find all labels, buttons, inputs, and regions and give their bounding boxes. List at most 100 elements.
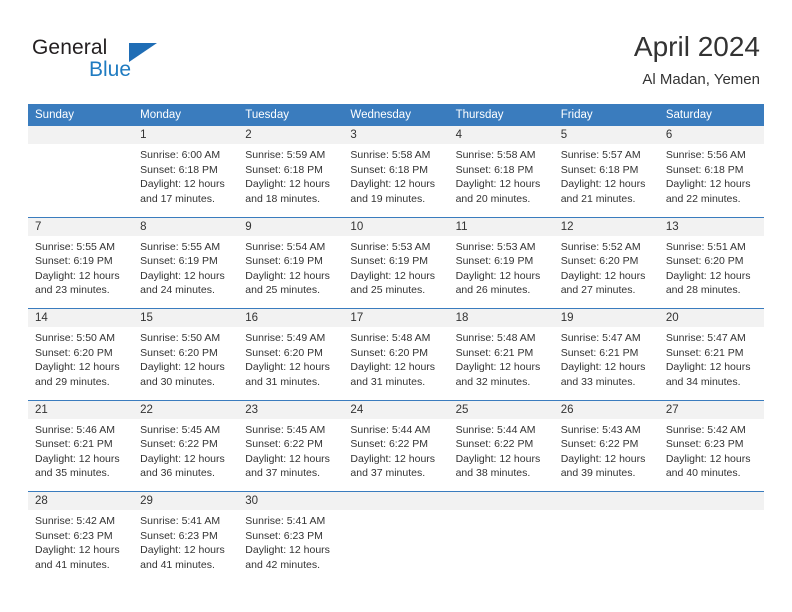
day-number[interactable] [553,491,659,510]
day-number[interactable]: 4 [448,126,554,144]
day-number[interactable]: 17 [343,308,449,327]
day-cell[interactable]: Sunrise: 5:57 AM Sunset: 6:18 PM Dayligh… [553,144,659,217]
day-cell[interactable]: Sunrise: 5:43 AM Sunset: 6:22 PM Dayligh… [553,418,659,492]
sunrise-text: Sunrise: 5:45 AM [245,423,326,436]
sunrise-text: Sunrise: 5:55 AM [140,240,221,253]
day-number[interactable]: 12 [553,216,659,236]
day-number[interactable]: 18 [448,308,554,327]
day-cell[interactable]: Sunrise: 5:45 AM Sunset: 6:22 PM Dayligh… [238,418,344,492]
day-number[interactable] [28,126,134,144]
day-number[interactable] [658,491,764,510]
day-number[interactable]: 9 [238,216,344,236]
daylight-text: Daylight: 12 hours and 17 minutes. [140,178,225,205]
day-number[interactable]: 20 [658,308,764,327]
day-cell[interactable]: Sunrise: 5:50 AM Sunset: 6:20 PM Dayligh… [133,327,239,400]
sunset-text: Sunset: 6:18 PM [560,163,639,176]
sunset-text: Sunset: 6:20 PM [245,346,323,359]
day-number[interactable]: 25 [448,399,554,419]
day-cell[interactable]: Sunrise: 5:46 AM Sunset: 6:21 PM Dayligh… [28,418,134,492]
day-number[interactable]: 7 [28,216,134,236]
day-number[interactable]: 8 [133,216,239,236]
day-cell[interactable]: Sunrise: 5:48 AM Sunset: 6:20 PM Dayligh… [343,327,449,400]
day-number[interactable] [448,491,554,510]
day-cell[interactable]: Sunrise: 6:00 AM Sunset: 6:18 PM Dayligh… [133,144,239,217]
day-cell[interactable]: Sunrise: 5:56 AM Sunset: 6:18 PM Dayligh… [658,144,764,217]
day-number[interactable]: 15 [133,308,239,327]
day-number[interactable]: 28 [28,491,134,510]
day-number[interactable]: 10 [343,216,449,236]
day-cell[interactable]: Sunrise: 5:42 AM Sunset: 6:23 PM Dayligh… [28,510,134,583]
daylight-text: Daylight: 12 hours and 37 minutes. [350,452,436,480]
sunrise-text: Sunrise: 5:52 AM [560,240,641,253]
day-cell[interactable]: Sunrise: 5:41 AM Sunset: 6:23 PM Dayligh… [133,510,239,583]
day-cell[interactable]: Sunrise: 5:58 AM Sunset: 6:18 PM Dayligh… [448,144,554,217]
title-block: April 2024 Al Madan, Yemen [634,30,760,90]
day-cell[interactable]: Sunrise: 5:44 AM Sunset: 6:22 PM Dayligh… [343,418,449,492]
day-number[interactable]: 27 [658,399,764,419]
daylight-text: Daylight: 12 hours and 19 minutes. [350,178,436,205]
general-blue-logo[interactable]: General Blue [32,36,262,88]
sunrise-text: Sunrise: 5:41 AM [140,515,221,527]
day-number[interactable]: 26 [553,399,659,419]
day-number[interactable]: 5 [553,126,659,144]
day-cell[interactable]: Sunrise: 5:47 AM Sunset: 6:21 PM Dayligh… [658,327,764,400]
sunset-text: Sunset: 6:22 PM [560,438,639,451]
week-4-date-row: 21 22 23 24 25 26 27 [28,399,764,419]
daylight-text: Daylight: 12 hours and 37 minutes. [245,452,330,480]
daylight-text: Daylight: 12 hours and 33 minutes. [560,361,646,388]
day-number[interactable]: 13 [658,216,764,236]
day-cell[interactable]: Sunrise: 5:53 AM Sunset: 6:19 PM Dayligh… [448,235,554,309]
sunset-text: Sunset: 6:18 PM [140,163,218,176]
logo-triangle-icon [129,43,157,62]
day-cell[interactable]: Sunrise: 5:59 AM Sunset: 6:18 PM Dayligh… [238,144,344,217]
day-cell[interactable] [448,510,554,583]
day-cell[interactable]: Sunrise: 5:51 AM Sunset: 6:20 PM Dayligh… [658,235,764,309]
day-cell[interactable]: Sunrise: 5:55 AM Sunset: 6:19 PM Dayligh… [133,235,239,309]
day-cell[interactable]: Sunrise: 5:44 AM Sunset: 6:22 PM Dayligh… [448,418,554,492]
day-number[interactable]: 1 [133,126,239,144]
day-number[interactable] [343,491,449,510]
day-number[interactable]: 16 [238,308,344,327]
sunrise-text: Sunrise: 6:00 AM [140,149,221,161]
day-cell[interactable]: Sunrise: 5:45 AM Sunset: 6:22 PM Dayligh… [133,418,239,492]
day-number[interactable]: 2 [238,126,344,144]
sunrise-text: Sunrise: 5:41 AM [245,515,326,527]
day-number[interactable]: 14 [28,308,134,327]
daylight-text: Daylight: 12 hours and 27 minutes. [560,269,646,297]
sunrise-text: Sunrise: 5:42 AM [665,423,746,436]
day-cell[interactable]: Sunrise: 5:48 AM Sunset: 6:21 PM Dayligh… [448,327,554,400]
day-cell[interactable]: Sunrise: 5:55 AM Sunset: 6:19 PM Dayligh… [28,235,134,309]
sunset-text: Sunset: 6:23 PM [245,529,323,542]
day-cell[interactable]: Sunrise: 5:41 AM Sunset: 6:23 PM Dayligh… [238,510,344,583]
day-cell[interactable]: Sunrise: 5:50 AM Sunset: 6:20 PM Dayligh… [28,327,134,400]
day-number[interactable]: 29 [133,491,239,510]
day-cell[interactable]: Sunrise: 5:52 AM Sunset: 6:20 PM Dayligh… [553,235,659,309]
day-number[interactable]: 24 [343,399,449,419]
calendar-body: 1 2 3 4 5 6 Sunrise: 6:00 AM Sunset: 6:1… [28,126,764,583]
day-number[interactable]: 22 [133,399,239,419]
sunset-text: Sunset: 6:21 PM [455,346,534,359]
sunrise-text: Sunrise: 5:48 AM [350,332,431,344]
sunset-text: Sunset: 6:22 PM [350,438,429,451]
day-number[interactable]: 23 [238,399,344,419]
day-cell[interactable] [343,510,449,583]
sunset-text: Sunset: 6:19 PM [350,255,429,268]
day-number[interactable]: 6 [658,126,764,144]
day-number[interactable]: 3 [343,126,449,144]
day-cell[interactable] [28,144,134,217]
day-cell[interactable] [553,510,659,583]
weekday-header-saturday: Saturday [658,104,764,126]
day-number[interactable]: 30 [238,491,344,510]
day-cell[interactable] [658,510,764,583]
day-cell[interactable]: Sunrise: 5:42 AM Sunset: 6:23 PM Dayligh… [658,418,764,492]
day-number[interactable]: 21 [28,399,134,419]
day-cell[interactable]: Sunrise: 5:53 AM Sunset: 6:19 PM Dayligh… [343,235,449,309]
day-cell[interactable]: Sunrise: 5:58 AM Sunset: 6:18 PM Dayligh… [343,144,449,217]
day-number[interactable]: 11 [448,216,554,236]
day-number[interactable]: 19 [553,308,659,327]
day-cell[interactable]: Sunrise: 5:49 AM Sunset: 6:20 PM Dayligh… [238,327,344,400]
weekday-header-wednesday: Wednesday [343,104,449,126]
day-cell[interactable]: Sunrise: 5:47 AM Sunset: 6:21 PM Dayligh… [553,327,659,400]
sunset-text: Sunset: 6:18 PM [245,163,323,176]
day-cell[interactable]: Sunrise: 5:54 AM Sunset: 6:19 PM Dayligh… [238,235,344,309]
